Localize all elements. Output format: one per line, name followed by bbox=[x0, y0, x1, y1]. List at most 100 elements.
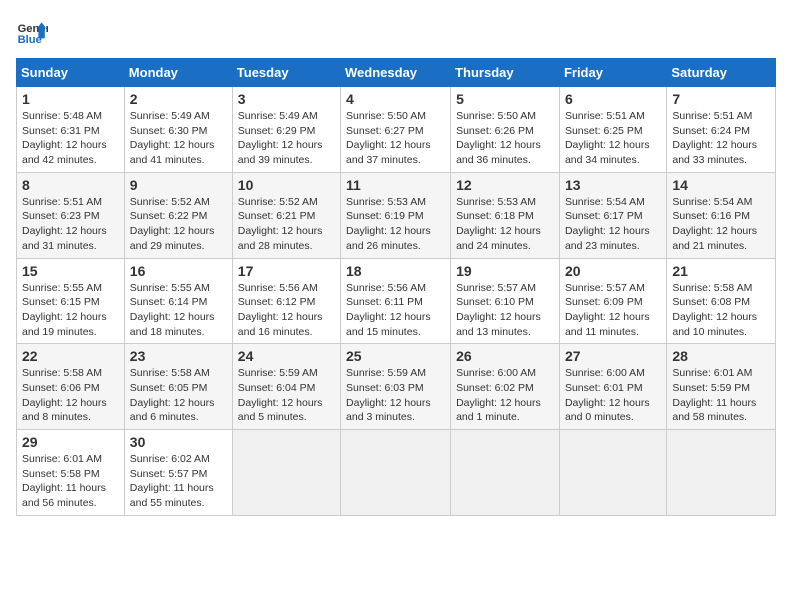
weekday-header: Monday bbox=[124, 59, 232, 87]
day-number: 15 bbox=[22, 263, 119, 279]
day-detail: Sunrise: 5:54 AM Sunset: 6:16 PM Dayligh… bbox=[672, 195, 770, 254]
calendar-cell: 28 Sunrise: 6:01 AM Sunset: 5:59 PM Dayl… bbox=[667, 344, 776, 430]
day-detail: Sunrise: 5:53 AM Sunset: 6:18 PM Dayligh… bbox=[456, 195, 554, 254]
day-number: 23 bbox=[130, 348, 227, 364]
day-detail: Sunrise: 5:58 AM Sunset: 6:06 PM Dayligh… bbox=[22, 366, 119, 425]
day-detail: Sunrise: 5:54 AM Sunset: 6:17 PM Dayligh… bbox=[565, 195, 661, 254]
day-number: 12 bbox=[456, 177, 554, 193]
day-number: 16 bbox=[130, 263, 227, 279]
day-detail: Sunrise: 6:00 AM Sunset: 6:01 PM Dayligh… bbox=[565, 366, 661, 425]
calendar-table: SundayMondayTuesdayWednesdayThursdayFrid… bbox=[16, 58, 776, 516]
day-detail: Sunrise: 5:58 AM Sunset: 6:08 PM Dayligh… bbox=[672, 281, 770, 340]
day-detail: Sunrise: 5:49 AM Sunset: 6:29 PM Dayligh… bbox=[238, 109, 335, 168]
calendar-cell: 25 Sunrise: 5:59 AM Sunset: 6:03 PM Dayl… bbox=[341, 344, 451, 430]
day-detail: Sunrise: 5:52 AM Sunset: 6:22 PM Dayligh… bbox=[130, 195, 227, 254]
calendar-cell: 20 Sunrise: 5:57 AM Sunset: 6:09 PM Dayl… bbox=[559, 258, 666, 344]
day-detail: Sunrise: 5:56 AM Sunset: 6:11 PM Dayligh… bbox=[346, 281, 445, 340]
day-detail: Sunrise: 5:59 AM Sunset: 6:04 PM Dayligh… bbox=[238, 366, 335, 425]
weekday-header: Thursday bbox=[451, 59, 560, 87]
calendar-header-row: SundayMondayTuesdayWednesdayThursdayFrid… bbox=[17, 59, 776, 87]
day-number: 4 bbox=[346, 91, 445, 107]
day-detail: Sunrise: 5:53 AM Sunset: 6:19 PM Dayligh… bbox=[346, 195, 445, 254]
calendar-cell: 22 Sunrise: 5:58 AM Sunset: 6:06 PM Dayl… bbox=[17, 344, 125, 430]
day-number: 8 bbox=[22, 177, 119, 193]
page-header: General Blue bbox=[16, 16, 776, 48]
day-number: 25 bbox=[346, 348, 445, 364]
weekday-header: Sunday bbox=[17, 59, 125, 87]
calendar-cell: 18 Sunrise: 5:56 AM Sunset: 6:11 PM Dayl… bbox=[341, 258, 451, 344]
calendar-cell bbox=[559, 430, 666, 516]
day-detail: Sunrise: 6:01 AM Sunset: 5:58 PM Dayligh… bbox=[22, 452, 119, 511]
weekday-header: Wednesday bbox=[341, 59, 451, 87]
day-number: 2 bbox=[130, 91, 227, 107]
day-number: 7 bbox=[672, 91, 770, 107]
day-number: 10 bbox=[238, 177, 335, 193]
day-detail: Sunrise: 5:50 AM Sunset: 6:26 PM Dayligh… bbox=[456, 109, 554, 168]
svg-text:Blue: Blue bbox=[18, 34, 42, 46]
day-number: 13 bbox=[565, 177, 661, 193]
day-detail: Sunrise: 5:51 AM Sunset: 6:24 PM Dayligh… bbox=[672, 109, 770, 168]
calendar-cell: 13 Sunrise: 5:54 AM Sunset: 6:17 PM Dayl… bbox=[559, 172, 666, 258]
day-detail: Sunrise: 5:56 AM Sunset: 6:12 PM Dayligh… bbox=[238, 281, 335, 340]
day-detail: Sunrise: 5:51 AM Sunset: 6:23 PM Dayligh… bbox=[22, 195, 119, 254]
calendar-cell: 3 Sunrise: 5:49 AM Sunset: 6:29 PM Dayli… bbox=[232, 87, 340, 173]
day-detail: Sunrise: 5:48 AM Sunset: 6:31 PM Dayligh… bbox=[22, 109, 119, 168]
day-detail: Sunrise: 6:02 AM Sunset: 5:57 PM Dayligh… bbox=[130, 452, 227, 511]
calendar-cell: 4 Sunrise: 5:50 AM Sunset: 6:27 PM Dayli… bbox=[341, 87, 451, 173]
calendar-cell: 8 Sunrise: 5:51 AM Sunset: 6:23 PM Dayli… bbox=[17, 172, 125, 258]
day-number: 24 bbox=[238, 348, 335, 364]
day-number: 6 bbox=[565, 91, 661, 107]
day-detail: Sunrise: 5:51 AM Sunset: 6:25 PM Dayligh… bbox=[565, 109, 661, 168]
day-detail: Sunrise: 5:50 AM Sunset: 6:27 PM Dayligh… bbox=[346, 109, 445, 168]
calendar-cell: 10 Sunrise: 5:52 AM Sunset: 6:21 PM Dayl… bbox=[232, 172, 340, 258]
day-number: 28 bbox=[672, 348, 770, 364]
calendar-cell: 1 Sunrise: 5:48 AM Sunset: 6:31 PM Dayli… bbox=[17, 87, 125, 173]
calendar-week-row: 1 Sunrise: 5:48 AM Sunset: 6:31 PM Dayli… bbox=[17, 87, 776, 173]
day-detail: Sunrise: 5:52 AM Sunset: 6:21 PM Dayligh… bbox=[238, 195, 335, 254]
day-number: 18 bbox=[346, 263, 445, 279]
logo-icon: General Blue bbox=[16, 16, 48, 48]
calendar-cell: 30 Sunrise: 6:02 AM Sunset: 5:57 PM Dayl… bbox=[124, 430, 232, 516]
calendar-cell bbox=[667, 430, 776, 516]
calendar-cell: 2 Sunrise: 5:49 AM Sunset: 6:30 PM Dayli… bbox=[124, 87, 232, 173]
day-detail: Sunrise: 5:55 AM Sunset: 6:15 PM Dayligh… bbox=[22, 281, 119, 340]
day-detail: Sunrise: 5:49 AM Sunset: 6:30 PM Dayligh… bbox=[130, 109, 227, 168]
day-detail: Sunrise: 6:01 AM Sunset: 5:59 PM Dayligh… bbox=[672, 366, 770, 425]
day-number: 14 bbox=[672, 177, 770, 193]
day-detail: Sunrise: 5:55 AM Sunset: 6:14 PM Dayligh… bbox=[130, 281, 227, 340]
day-detail: Sunrise: 5:57 AM Sunset: 6:09 PM Dayligh… bbox=[565, 281, 661, 340]
day-number: 11 bbox=[346, 177, 445, 193]
calendar-cell: 7 Sunrise: 5:51 AM Sunset: 6:24 PM Dayli… bbox=[667, 87, 776, 173]
weekday-header: Saturday bbox=[667, 59, 776, 87]
calendar-week-row: 29 Sunrise: 6:01 AM Sunset: 5:58 PM Dayl… bbox=[17, 430, 776, 516]
day-number: 26 bbox=[456, 348, 554, 364]
day-number: 20 bbox=[565, 263, 661, 279]
day-number: 30 bbox=[130, 434, 227, 450]
calendar-week-row: 8 Sunrise: 5:51 AM Sunset: 6:23 PM Dayli… bbox=[17, 172, 776, 258]
calendar-cell: 29 Sunrise: 6:01 AM Sunset: 5:58 PM Dayl… bbox=[17, 430, 125, 516]
calendar-cell: 23 Sunrise: 5:58 AM Sunset: 6:05 PM Dayl… bbox=[124, 344, 232, 430]
weekday-header: Friday bbox=[559, 59, 666, 87]
calendar-cell bbox=[341, 430, 451, 516]
calendar-cell: 27 Sunrise: 6:00 AM Sunset: 6:01 PM Dayl… bbox=[559, 344, 666, 430]
calendar-cell: 16 Sunrise: 5:55 AM Sunset: 6:14 PM Dayl… bbox=[124, 258, 232, 344]
day-number: 22 bbox=[22, 348, 119, 364]
calendar-cell bbox=[451, 430, 560, 516]
calendar-cell: 21 Sunrise: 5:58 AM Sunset: 6:08 PM Dayl… bbox=[667, 258, 776, 344]
day-number: 17 bbox=[238, 263, 335, 279]
calendar-cell: 26 Sunrise: 6:00 AM Sunset: 6:02 PM Dayl… bbox=[451, 344, 560, 430]
day-number: 27 bbox=[565, 348, 661, 364]
day-number: 1 bbox=[22, 91, 119, 107]
day-number: 9 bbox=[130, 177, 227, 193]
day-number: 3 bbox=[238, 91, 335, 107]
day-number: 19 bbox=[456, 263, 554, 279]
calendar-cell: 15 Sunrise: 5:55 AM Sunset: 6:15 PM Dayl… bbox=[17, 258, 125, 344]
weekday-header: Tuesday bbox=[232, 59, 340, 87]
calendar-cell: 12 Sunrise: 5:53 AM Sunset: 6:18 PM Dayl… bbox=[451, 172, 560, 258]
calendar-cell bbox=[232, 430, 340, 516]
day-detail: Sunrise: 6:00 AM Sunset: 6:02 PM Dayligh… bbox=[456, 366, 554, 425]
calendar-cell: 6 Sunrise: 5:51 AM Sunset: 6:25 PM Dayli… bbox=[559, 87, 666, 173]
calendar-cell: 9 Sunrise: 5:52 AM Sunset: 6:22 PM Dayli… bbox=[124, 172, 232, 258]
calendar-cell: 5 Sunrise: 5:50 AM Sunset: 6:26 PM Dayli… bbox=[451, 87, 560, 173]
day-number: 29 bbox=[22, 434, 119, 450]
